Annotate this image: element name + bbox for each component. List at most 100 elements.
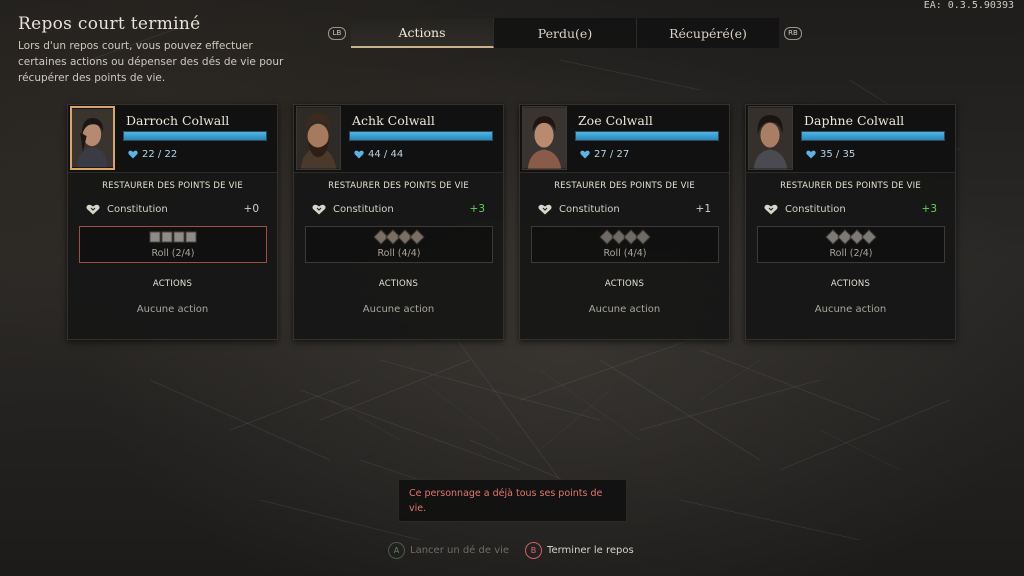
roll-hit-dice-button[interactable]: Roll (2/4) xyxy=(757,226,945,263)
heart-icon xyxy=(806,150,816,159)
hp-value: 27 / 27 xyxy=(594,149,630,160)
roll-hit-dice-button[interactable]: Roll (4/4) xyxy=(305,226,493,263)
page-description: Lors d'un repos court, vous pouvez effec… xyxy=(18,40,284,84)
hit-dice xyxy=(532,229,718,247)
a-button-icon: A xyxy=(388,542,405,559)
roll-hit-dice-button[interactable]: Roll (2/4) xyxy=(79,226,267,263)
constitution-icon xyxy=(86,204,100,214)
restore-hp-title: RESTAURER DES POINTS DE VIE xyxy=(102,181,243,191)
heart-icon xyxy=(128,150,138,159)
tab-actions[interactable]: Actions xyxy=(351,18,494,48)
actions-title: ACTIONS xyxy=(378,279,419,289)
die-icon xyxy=(861,229,877,245)
character-card-achk[interactable]: Achk Colwall 44 / 44 RESTAURER DES POINT… xyxy=(293,104,504,340)
die-icon xyxy=(409,229,425,245)
hp-bar-fill xyxy=(350,132,492,140)
portrait-avatar[interactable] xyxy=(296,106,341,170)
hp-bar-fill xyxy=(124,132,266,140)
hp-value: 44 / 44 xyxy=(368,149,404,160)
lb-button-icon[interactable]: LB xyxy=(328,27,346,40)
hit-dice xyxy=(758,229,944,247)
constitution-label: Constitution xyxy=(333,203,394,215)
hp-readout: 22 / 22 xyxy=(128,149,177,160)
roll-hit-die-label: Lancer un dé de vie xyxy=(410,545,510,556)
no-action-text: Aucune action xyxy=(814,304,887,315)
roll-count: Roll (4/4) xyxy=(377,248,421,259)
no-action-text: Aucune action xyxy=(362,304,435,315)
restore-hp-title: RESTAURER DES POINTS DE VIE xyxy=(328,181,469,191)
full-hp-tooltip: Ce personnage a déjà tous ses points de … xyxy=(398,479,627,522)
constitution-icon xyxy=(764,204,778,214)
constitution-modifier: +1 xyxy=(695,203,711,215)
actions-title: ACTIONS xyxy=(152,279,193,289)
hp-value: 35 / 35 xyxy=(820,149,856,160)
portrait-avatar[interactable] xyxy=(748,106,793,170)
actions-title: ACTIONS xyxy=(830,279,871,289)
portrait-avatar[interactable] xyxy=(522,106,567,170)
restore-hp-title: RESTAURER DES POINTS DE VIE xyxy=(780,181,921,191)
constitution-label: Constitution xyxy=(559,203,620,215)
hp-bar xyxy=(349,131,493,141)
card-header: Zoe Colwall 27 / 27 xyxy=(520,105,729,173)
hit-dice xyxy=(306,229,492,247)
hit-dice xyxy=(80,229,266,247)
page-title: Repos court terminé xyxy=(18,14,201,34)
constitution-icon xyxy=(538,204,552,214)
end-rest-prompt[interactable]: B Terminer le repos xyxy=(525,542,634,559)
footer-prompts: A Lancer un dé de vie B Terminer le repo… xyxy=(388,542,634,559)
constitution-modifier: +0 xyxy=(243,203,259,215)
die-icon xyxy=(185,231,197,243)
tab-recovered[interactable]: Récupéré(e) xyxy=(637,18,779,48)
hp-readout: 35 / 35 xyxy=(806,149,855,160)
hp-bar xyxy=(123,131,267,141)
constitution-row: Constitution +3 xyxy=(312,202,485,216)
heart-icon xyxy=(354,150,364,159)
hp-bar-fill xyxy=(802,132,944,140)
hp-readout: 27 / 27 xyxy=(580,149,629,160)
constitution-row: Constitution +1 xyxy=(538,202,711,216)
restore-hp-title: RESTAURER DES POINTS DE VIE xyxy=(554,181,695,191)
character-name: Darroch Colwall xyxy=(126,113,230,128)
constitution-modifier: +3 xyxy=(469,203,485,215)
tab-bar: LB Actions Perdu(e) Récupéré(e) RB xyxy=(326,18,804,48)
character-name: Daphne Colwall xyxy=(804,113,905,128)
constitution-row: Constitution +0 xyxy=(86,202,259,216)
rb-button-icon[interactable]: RB xyxy=(784,27,802,40)
card-header: Achk Colwall 44 / 44 xyxy=(294,105,503,173)
roll-count: Roll (2/4) xyxy=(151,248,195,259)
roll-hit-dice-button[interactable]: Roll (4/4) xyxy=(531,226,719,263)
portrait-avatar[interactable] xyxy=(70,106,115,170)
header: Repos court terminé Lors d'un repos cour… xyxy=(18,14,303,86)
constitution-modifier: +3 xyxy=(921,203,937,215)
constitution-label: Constitution xyxy=(785,203,846,215)
character-card-darroch[interactable]: Darroch Colwall 22 / 22 RESTAURER DES PO… xyxy=(67,104,278,340)
character-card-zoe[interactable]: Zoe Colwall 27 / 27 RESTAURER DES POINTS… xyxy=(519,104,730,340)
roll-count: Roll (4/4) xyxy=(603,248,647,259)
heart-icon xyxy=(580,150,590,159)
end-rest-label: Terminer le repos xyxy=(547,545,634,556)
card-header: Darroch Colwall 22 / 22 xyxy=(68,105,277,173)
version-label: EA: 0.3.5.90393 xyxy=(923,0,1014,11)
hp-value: 22 / 22 xyxy=(142,149,178,160)
constitution-label: Constitution xyxy=(107,203,168,215)
constitution-icon xyxy=(312,204,326,214)
card-header: Daphne Colwall 35 / 35 xyxy=(746,105,955,173)
character-name: Achk Colwall xyxy=(352,113,435,128)
character-cards: Darroch Colwall 22 / 22 RESTAURER DES PO… xyxy=(67,104,957,340)
roll-count: Roll (2/4) xyxy=(829,248,873,259)
hp-readout: 44 / 44 xyxy=(354,149,403,160)
actions-title: ACTIONS xyxy=(604,279,645,289)
hp-bar xyxy=(801,131,945,141)
tab-lost[interactable]: Perdu(e) xyxy=(494,18,637,48)
hp-bar xyxy=(575,131,719,141)
tab-list: Actions Perdu(e) Récupéré(e) xyxy=(351,18,779,48)
constitution-row: Constitution +3 xyxy=(764,202,937,216)
no-action-text: Aucune action xyxy=(588,304,661,315)
b-button-icon: B xyxy=(525,542,543,559)
no-action-text: Aucune action xyxy=(136,304,209,315)
character-name: Zoe Colwall xyxy=(578,113,653,128)
die-icon xyxy=(635,229,651,245)
roll-hit-die-prompt[interactable]: A Lancer un dé de vie xyxy=(388,542,509,559)
character-card-daphne[interactable]: Daphne Colwall 35 / 35 RESTAURER DES POI… xyxy=(745,104,956,340)
hp-bar-fill xyxy=(576,132,718,140)
